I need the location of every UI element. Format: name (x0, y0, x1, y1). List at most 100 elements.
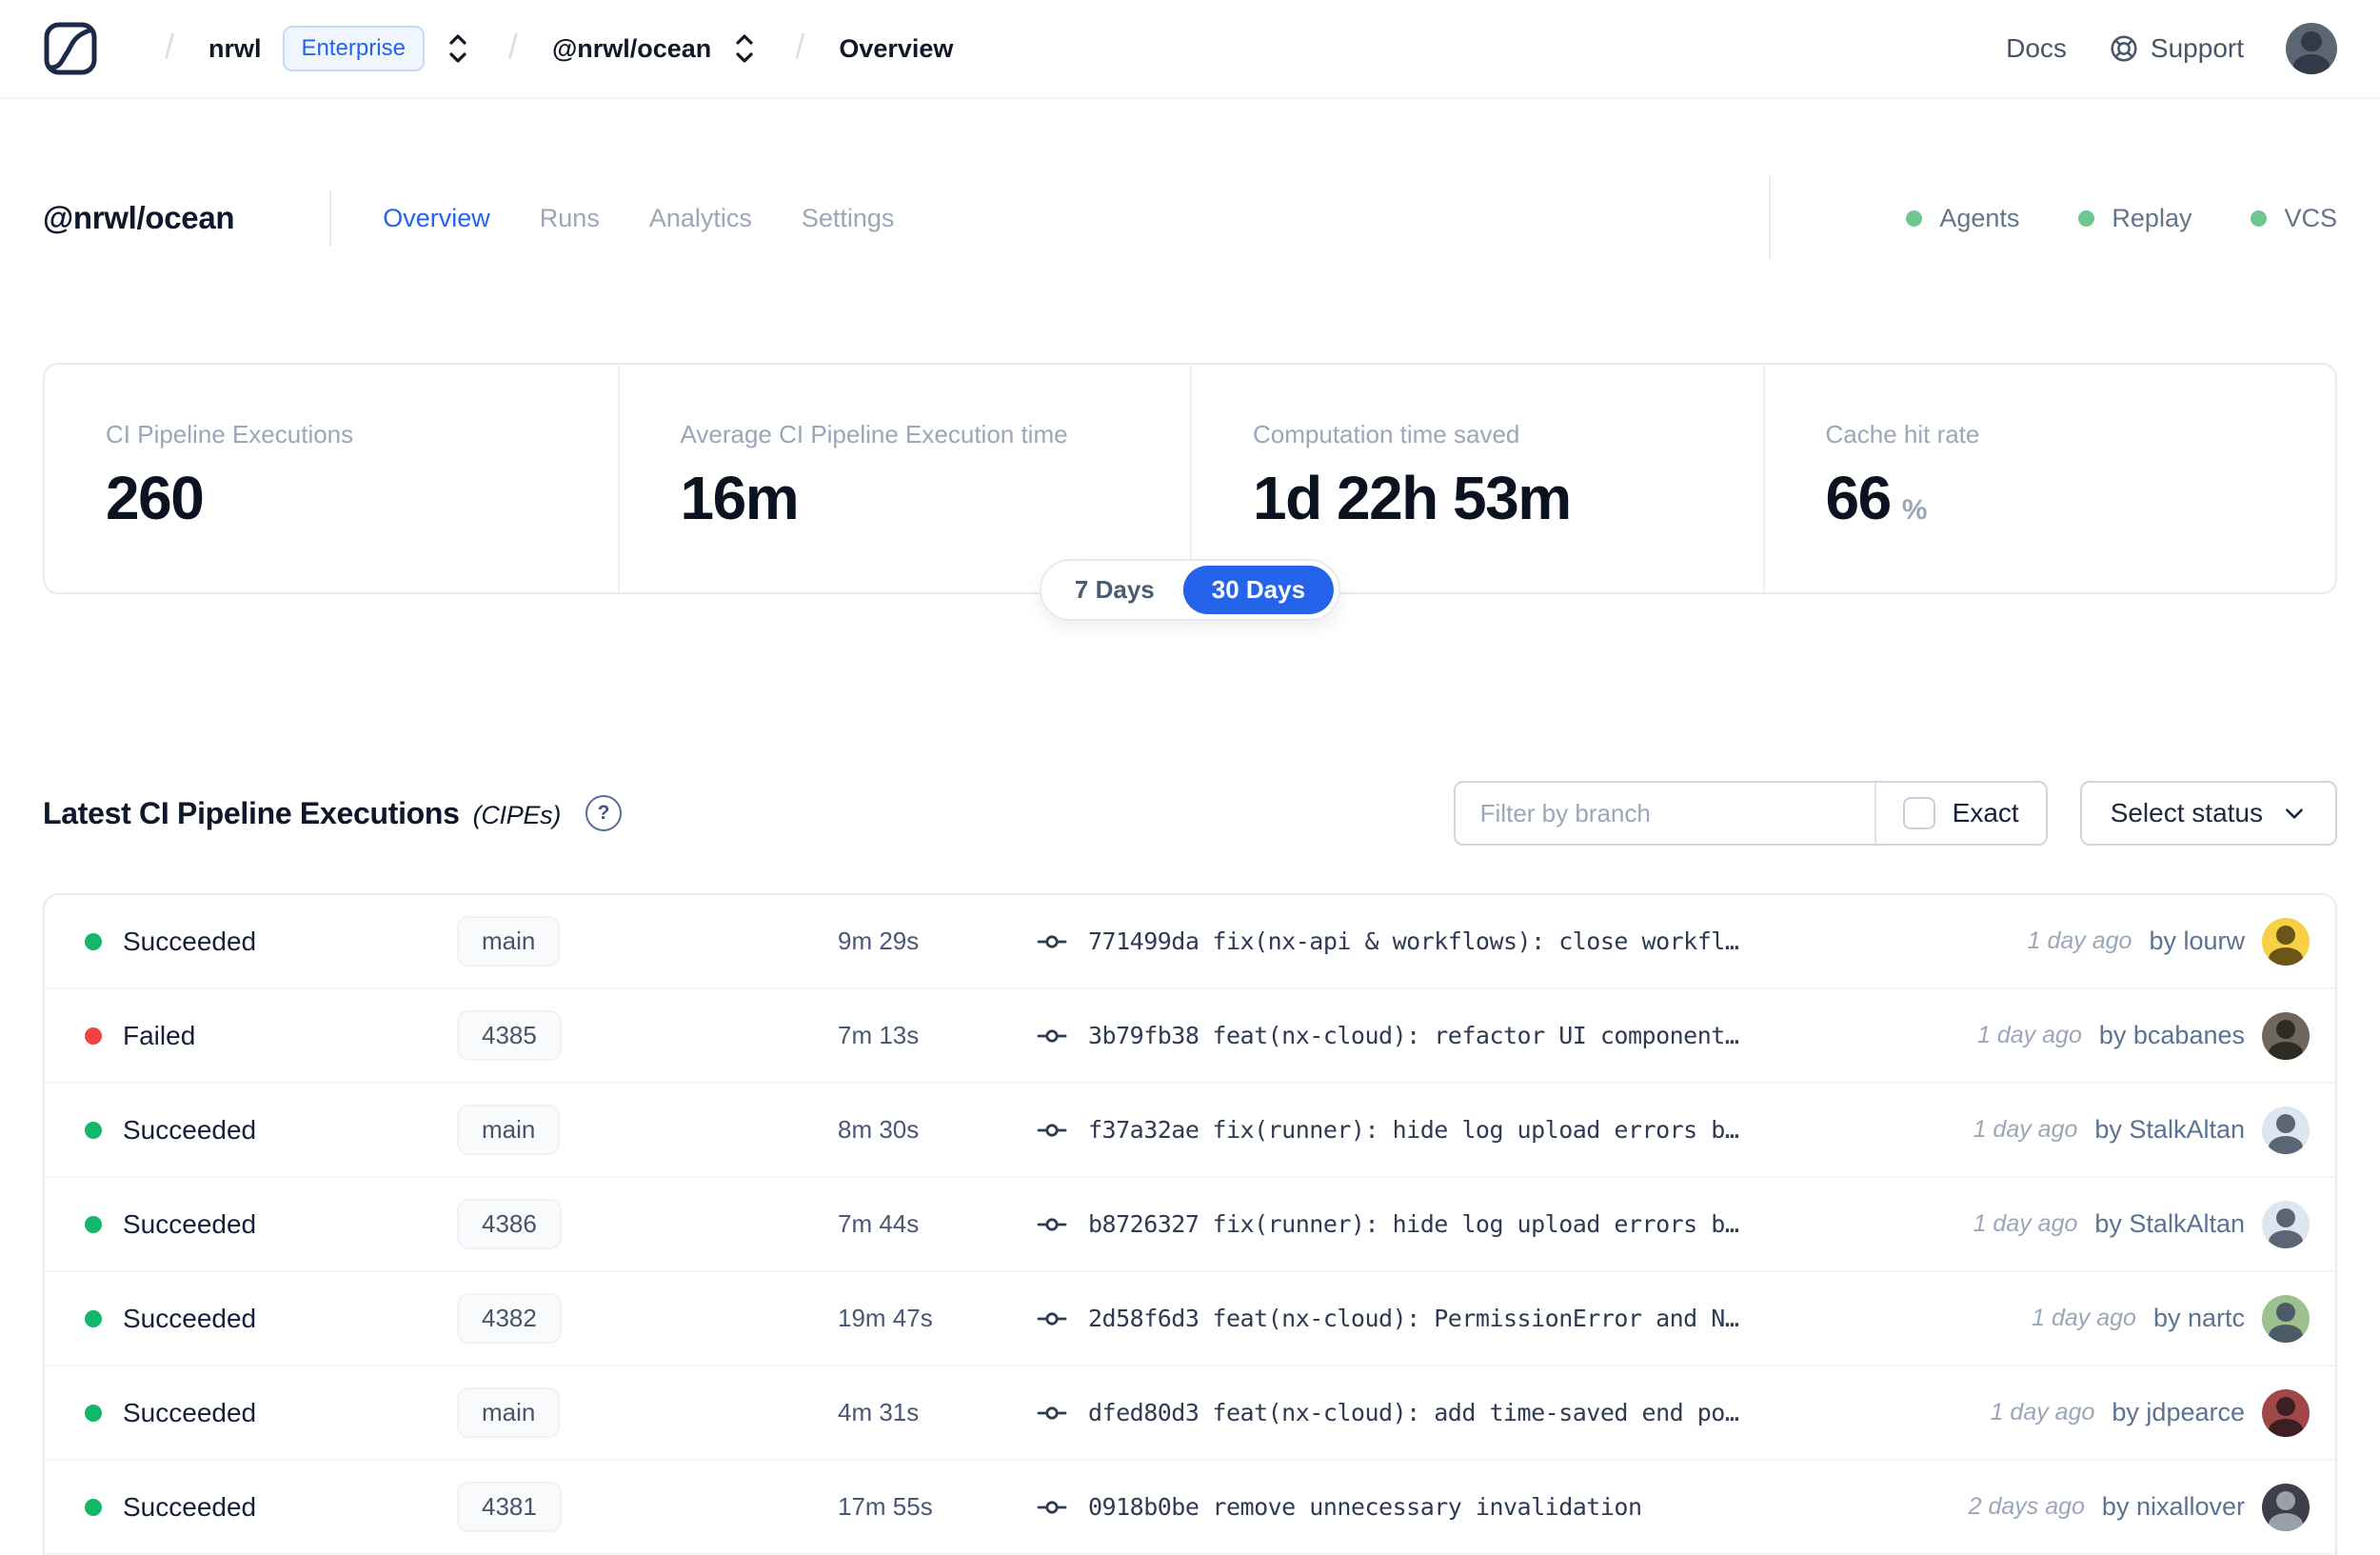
range-30-days-button[interactable]: 30 Days (1182, 566, 1335, 614)
nav-actions: Docs Support (2006, 23, 2337, 74)
workspace-switcher-chevron-updown-icon[interactable] (728, 30, 761, 68)
branch-badge: main (457, 916, 561, 967)
lifebuoy-icon (2111, 35, 2137, 62)
git-commit-icon (1037, 1500, 1067, 1514)
user-avatar[interactable] (2286, 23, 2337, 74)
service-replay[interactable]: Replay (2078, 204, 2192, 233)
tab-analytics[interactable]: Analytics (649, 204, 752, 233)
duration: 19m 47s (838, 1304, 933, 1332)
author: by nartc (2152, 1304, 2245, 1332)
cipe-section-title: Latest CI Pipeline Executions (CIPEs) (43, 795, 562, 830)
divider (1769, 176, 1772, 260)
branch-badge: 4386 (457, 1199, 562, 1249)
git-commit-icon (1037, 934, 1067, 948)
help-icon[interactable]: ? (585, 795, 623, 831)
commit-message: remove unnecessary invalidation (1212, 1493, 1642, 1521)
commit-message: fix(runner): hide log upload errors b… (1212, 1210, 1739, 1238)
cipe-controls: Exact Select status (1453, 781, 2337, 846)
service-vcs[interactable]: VCS (2251, 204, 2337, 233)
author-avatar (2262, 1388, 2310, 1437)
commit-hash: 2d58f6d3 (1088, 1305, 1200, 1332)
commit-hash: 3b79fb38 (1088, 1022, 1200, 1049)
duration: 4m 31s (838, 1398, 920, 1426)
author-avatar (2262, 1294, 2310, 1343)
branch-filter-input[interactable] (1455, 783, 1874, 844)
tab-runs[interactable]: Runs (540, 204, 600, 233)
cipe-subtitle: (CIPEs) (472, 800, 562, 829)
table-row[interactable]: Succeeded main 9m 29s 771499da fix(nx-api… (45, 895, 2335, 989)
author: by jdpearce (2112, 1398, 2245, 1426)
commit-message: fix(nx-api & workflows): close workfl… (1212, 927, 1739, 955)
commit-hash: b8726327 (1088, 1210, 1200, 1238)
breadcrumb-org[interactable]: nrwl (208, 34, 262, 64)
select-status-dropdown[interactable]: Select status (2079, 781, 2337, 846)
commit-message: fix(runner): hide log upload errors b… (1212, 1116, 1739, 1144)
time-ago: 1 day ago (1977, 1022, 2082, 1048)
git-commit-icon (1037, 1217, 1067, 1231)
branch-filter-group: Exact (1453, 781, 2048, 846)
status-dot (85, 1498, 102, 1516)
duration: 8m 30s (838, 1115, 920, 1144)
range-7-days-button[interactable]: 7 Days (1046, 566, 1183, 614)
support-label: Support (2150, 33, 2244, 63)
status-label: Succeeded (123, 1303, 257, 1333)
docs-link[interactable]: Docs (2006, 33, 2067, 64)
enterprise-badge: Enterprise (282, 26, 425, 71)
breadcrumb-separator: / (165, 27, 175, 66)
time-ago: 1 day ago (1973, 1116, 2078, 1143)
table-row[interactable]: Succeeded 4386 7m 44s b8726327 fix(runner… (45, 1178, 2335, 1272)
breadcrumb-workspace[interactable]: @nrwl/ocean (552, 34, 711, 64)
tab-settings[interactable]: Settings (802, 204, 895, 233)
author: by bcabanes (2098, 1021, 2245, 1049)
stat-ci-pipeline-executions: CI Pipeline Executions 260 (106, 420, 354, 532)
status-dot (85, 932, 102, 950)
table-row[interactable]: Succeeded main 4m 31s dfed80d3 feat(nx-cl… (45, 1366, 2335, 1461)
stat-cache-hit-rate: Cache hit rate 66 % (1762, 365, 2336, 592)
service-agents[interactable]: Agents (1906, 204, 2019, 233)
percent-unit: % (1901, 494, 1928, 526)
workspace-tabs: Overview Runs Analytics Settings (383, 204, 894, 233)
exact-label: Exact (1952, 798, 2019, 827)
branch-badge: 4382 (457, 1293, 562, 1344)
stats-section: CI Pipeline Executions 260 Average CI Pi… (43, 363, 2337, 621)
commit-message: feat(nx-cloud): refactor UI component… (1212, 1022, 1739, 1049)
commit-message: feat(nx-cloud): add time-saved end po… (1212, 1399, 1739, 1426)
breadcrumb-separator: / (795, 27, 805, 66)
time-ago: 1 day ago (1990, 1399, 2095, 1425)
author: by nixallover (2101, 1492, 2245, 1521)
branch-badge: 4385 (457, 1010, 562, 1061)
author-avatar (2262, 1011, 2310, 1060)
status-dot (85, 1121, 102, 1139)
status-label: Failed (123, 1020, 196, 1050)
service-status-group: Agents Replay VCS (1769, 176, 2337, 260)
org-switcher-chevron-updown-icon[interactable] (442, 30, 474, 68)
commit-message: feat(nx-cloud): PermissionError and N… (1212, 1305, 1739, 1332)
author-avatar (2262, 1106, 2310, 1154)
commit-hash: f37a32ae (1088, 1116, 1200, 1144)
status-dot (1906, 209, 1923, 227)
page-title: @nrwl/ocean (43, 200, 235, 235)
exact-checkbox[interactable] (1902, 797, 1935, 829)
time-ago: 1 day ago (1973, 1210, 2078, 1237)
git-commit-icon (1037, 1311, 1067, 1326)
workspace-header: @nrwl/ocean Overview Runs Analytics Sett… (0, 175, 2380, 261)
breadcrumb-separator: / (507, 27, 518, 66)
nx-cloud-logo-icon[interactable] (43, 21, 98, 76)
commit-hash: dfed80d3 (1088, 1399, 1200, 1426)
tab-overview[interactable]: Overview (383, 204, 490, 233)
divider (329, 190, 332, 246)
author: by lourw (2149, 927, 2245, 955)
support-link[interactable]: Support (2109, 33, 2244, 64)
table-row[interactable]: Succeeded main 8m 30s f37a32ae fix(runner… (45, 1084, 2335, 1178)
commit-hash: 771499da (1088, 927, 1200, 955)
table-row[interactable]: Failed 4385 7m 13s 3b79fb38 feat(nx-cloud… (45, 989, 2335, 1084)
cipe-table: Succeeded main 9m 29s 771499da fix(nx-api… (43, 893, 2337, 1555)
cipe-header: Latest CI Pipeline Executions (CIPEs) ? … (43, 781, 2337, 846)
branch-badge: main (457, 1105, 561, 1155)
top-nav: / nrwl Enterprise / @nrwl/ocean / Overvi… (0, 0, 2380, 99)
table-row[interactable]: Succeeded 4382 19m 47s 2d58f6d3 feat(nx-c… (45, 1272, 2335, 1366)
table-row[interactable]: Succeeded 4381 17m 55s 0918b0be remove un… (45, 1461, 2335, 1555)
time-ago: 1 day ago (2032, 1305, 2136, 1331)
duration: 7m 13s (838, 1021, 920, 1049)
status-dot (2251, 209, 2268, 227)
